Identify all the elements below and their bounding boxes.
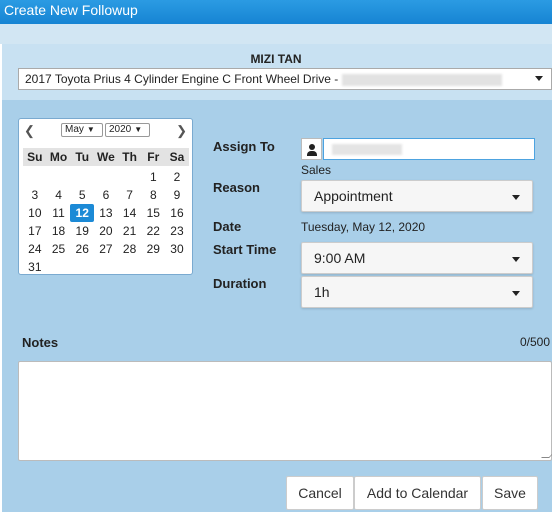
- calendar-day[interactable]: 5: [70, 186, 94, 204]
- calendar-day[interactable]: 1: [141, 168, 165, 186]
- chevron-down-icon: [512, 195, 520, 200]
- redacted-text: [332, 144, 402, 155]
- calendar-day[interactable]: 7: [118, 186, 142, 204]
- save-button[interactable]: Save: [482, 476, 538, 510]
- weekday-header: Su Mo Tu We Th Fr Sa: [23, 148, 189, 166]
- calendar-day[interactable]: 13: [94, 204, 118, 222]
- date-label: Date: [213, 219, 242, 234]
- weekday-label: Fr: [147, 150, 160, 164]
- calendar-day[interactable]: 2: [165, 168, 189, 186]
- calendar-empty-cell: [70, 258, 94, 276]
- calendar-empty-cell: [94, 168, 118, 186]
- calendar-day[interactable]: 15: [141, 204, 165, 222]
- assign-department: Sales: [301, 163, 332, 177]
- customer-name: MIZI TAN: [250, 52, 302, 66]
- calendar-day[interactable]: 26: [70, 240, 94, 258]
- calendar-day[interactable]: 21: [118, 222, 142, 240]
- calendar-empty-cell: [47, 168, 71, 186]
- calendar-empty-cell: [47, 258, 71, 276]
- calendar-day[interactable]: 29: [141, 240, 165, 258]
- weekday-label: Th: [122, 150, 137, 164]
- calendar-day[interactable]: 11: [47, 204, 71, 222]
- calendar-day[interactable]: 23: [165, 222, 189, 240]
- cancel-button[interactable]: Cancel: [286, 476, 354, 510]
- duration-label: Duration: [213, 276, 267, 291]
- calendar-week: 24 25 26 27 28 29 30: [23, 240, 189, 258]
- calendar-day[interactable]: 6: [94, 186, 118, 204]
- calendar-empty-cell: [23, 168, 47, 186]
- date-picker-header: ❮ May ▼ 2020 ▼ ❯: [19, 119, 192, 143]
- calendar-day[interactable]: 28: [118, 240, 142, 258]
- weekday-label: Sa: [169, 150, 185, 164]
- calendar-day[interactable]: 16: [165, 204, 189, 222]
- notes-char-count: 0/500: [519, 335, 550, 349]
- calendar-day[interactable]: 3: [23, 186, 47, 204]
- weekday-label: Su: [27, 150, 43, 164]
- calendar-day[interactable]: 31: [23, 258, 47, 276]
- calendar-week: 17 18 19 20 21 22 23: [23, 222, 189, 240]
- chevron-right-icon[interactable]: ❯: [176, 123, 187, 139]
- chevron-down-icon: [512, 291, 520, 296]
- year-select[interactable]: 2020 ▼: [105, 123, 150, 137]
- duration-select[interactable]: 1h: [301, 276, 533, 308]
- calendar-day[interactable]: 9: [165, 186, 189, 204]
- reason-label: Reason: [213, 180, 260, 195]
- start-time-select[interactable]: 9:00 AM: [301, 242, 533, 274]
- calendar-day[interactable]: 25: [47, 240, 71, 258]
- date-picker: ❮ May ▼ 2020 ▼ ❯ Su Mo Tu We Th Fr Sa 1 2 3 4 5 6 7 8 9 10…: [18, 118, 193, 275]
- user-icon[interactable]: [301, 138, 322, 160]
- calendar-empty-cell: [94, 258, 118, 276]
- title-spacer: [0, 24, 552, 44]
- dialog-title: Create New Followup: [4, 2, 138, 18]
- calendar-empty-cell: [165, 258, 189, 276]
- vehicle-select-value: 2017 Toyota Prius 4 Cylinder Engine C Fr…: [25, 72, 339, 86]
- dialog-title-bar: Create New Followup: [0, 0, 552, 24]
- notes-textarea[interactable]: [18, 361, 552, 461]
- calendar-day[interactable]: 18: [47, 222, 71, 240]
- reason-value: Appointment: [314, 188, 393, 204]
- start-time-label: Start Time: [213, 242, 277, 257]
- calendar-empty-cell: [118, 168, 142, 186]
- calendar-day[interactable]: 24: [23, 240, 47, 258]
- calendar-day[interactable]: 22: [141, 222, 165, 240]
- redacted-text: [341, 73, 502, 86]
- duration-value: 1h: [314, 284, 330, 300]
- calendar-day[interactable]: 17: [23, 222, 47, 240]
- calendar-day[interactable]: 10: [23, 204, 47, 222]
- calendar-day[interactable]: 14: [118, 204, 142, 222]
- calendar-day[interactable]: 8: [141, 186, 165, 204]
- calendar-week: 12: [23, 168, 189, 186]
- weekday-label: We: [97, 150, 115, 164]
- calendar-day[interactable]: 30: [165, 240, 189, 258]
- chevron-left-icon[interactable]: ❮: [24, 123, 35, 139]
- chevron-down-icon: [512, 257, 520, 262]
- add-to-calendar-button[interactable]: Add to Calendar: [354, 476, 481, 510]
- vehicle-select[interactable]: 2017 Toyota Prius 4 Cylinder Engine C Fr…: [18, 68, 552, 90]
- calendar-empty-cell: [70, 168, 94, 186]
- calendar-empty-cell: [141, 258, 165, 276]
- date-value: Tuesday, May 12, 2020: [301, 220, 426, 234]
- weekday-label: Tu: [75, 150, 90, 164]
- calendar-day[interactable]: 20: [94, 222, 118, 240]
- calendar-week: 31: [23, 258, 189, 276]
- calendar-week: 3456789: [23, 186, 189, 204]
- month-select[interactable]: May ▼: [61, 123, 103, 137]
- weekday-label: Mo: [49, 150, 68, 164]
- calendar-week: 10 11 12 13 14 15 16: [23, 204, 189, 222]
- reason-select[interactable]: Appointment: [301, 180, 533, 212]
- calendar-empty-cell: [118, 258, 142, 276]
- assign-to-label: Assign To: [213, 139, 275, 154]
- calendar-day[interactable]: 19: [70, 222, 94, 240]
- assign-to-field: [301, 138, 535, 160]
- resize-handle-icon[interactable]: [541, 450, 552, 458]
- notes-label: Notes: [22, 335, 59, 350]
- assign-to-input[interactable]: [323, 138, 535, 160]
- start-time-value: 9:00 AM: [314, 250, 366, 266]
- calendar-grid: Su Mo Tu We Th Fr Sa 1 2 3 4 5 6 7 8 9 10 11 12 13 14 15 16 17 1…: [23, 148, 189, 276]
- calendar-day[interactable]: 12: [70, 204, 95, 222]
- calendar-day[interactable]: 27: [94, 240, 118, 258]
- chevron-down-icon: [535, 76, 543, 81]
- calendar-day[interactable]: 4: [47, 186, 71, 204]
